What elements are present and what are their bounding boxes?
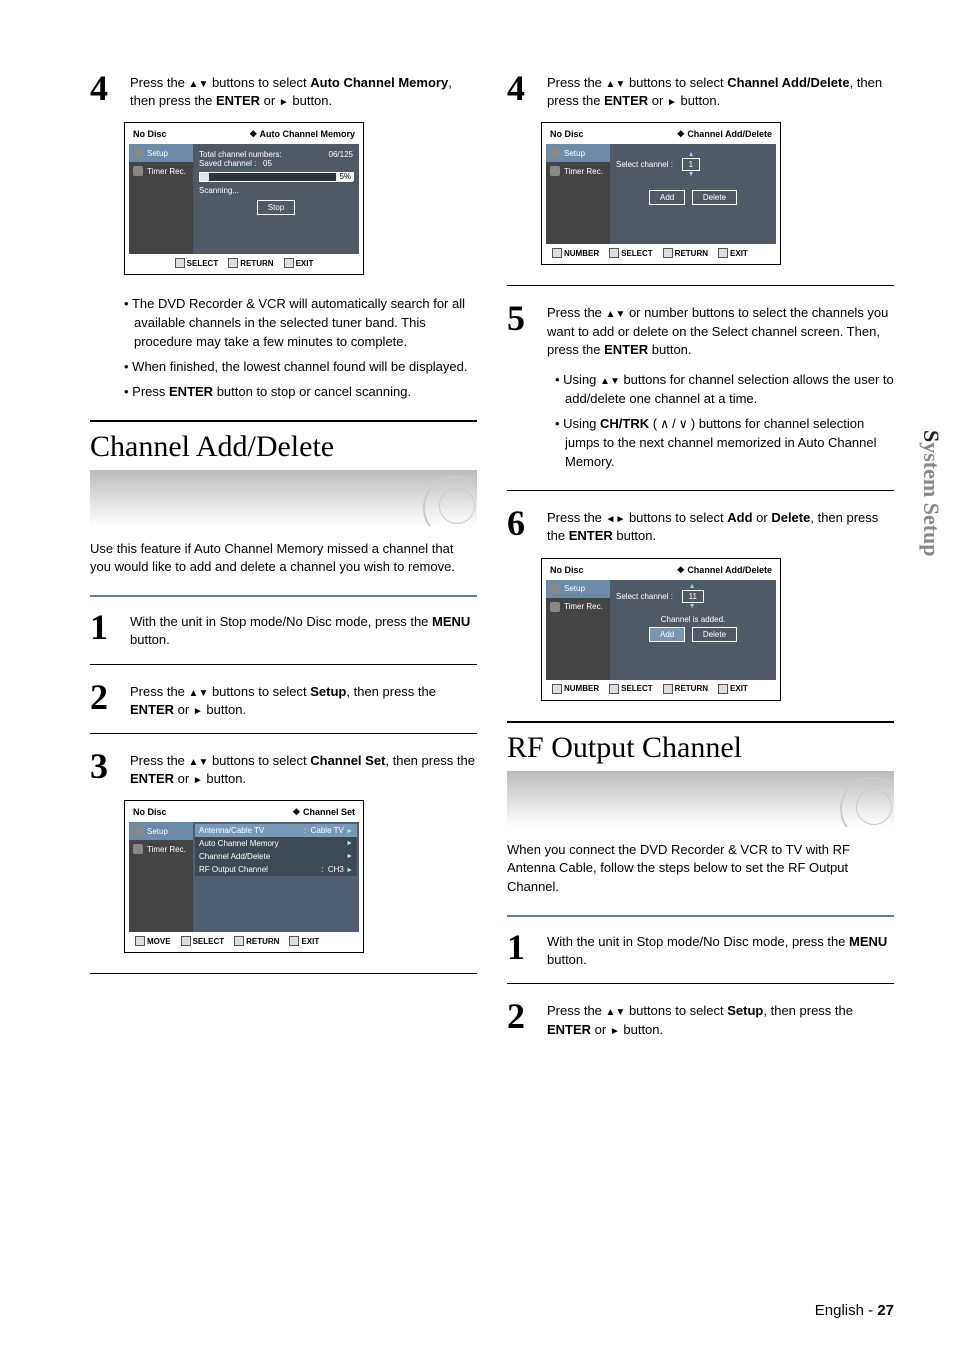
select-icon (609, 684, 619, 694)
notes-list: The DVD Recorder & VCR will automaticall… (124, 295, 477, 401)
menu-row[interactable]: Channel Add/Delete► (195, 850, 357, 863)
move-icon (135, 936, 145, 946)
select-icon (609, 248, 619, 258)
gear-icon (550, 584, 560, 594)
right-step-4: 4 Press the buttons to select Channel Ad… (507, 70, 894, 110)
section-title-rf-output: RF Output Channel (507, 721, 894, 765)
step-text: Press the buttons to select Auto Channel… (130, 70, 477, 110)
number-icon (552, 248, 562, 258)
side-tab: System Setup (918, 430, 944, 557)
gear-icon (133, 148, 143, 158)
up-icon (189, 75, 199, 90)
screenshot-auto-channel-memory: No Disc❖ Auto Channel Memory Setup Timer… (124, 122, 364, 275)
number-icon (552, 684, 562, 694)
screenshot-channel-added: No Disc❖ Channel Add/Delete Setup Timer … (541, 558, 781, 701)
section-intro: Use this feature if Auto Channel Memory … (90, 540, 477, 578)
gear-icon (133, 826, 143, 836)
right-step-5: 5 Press the or number buttons to select … (507, 300, 894, 359)
section-intro: When you connect the DVD Recorder & VCR … (507, 841, 894, 898)
section-decoration (507, 771, 894, 827)
down-icon (198, 75, 208, 90)
select-icon (175, 258, 185, 268)
notes-list: Using buttons for channel selection allo… (541, 371, 894, 472)
menu-row[interactable]: Antenna/Cable TV: Cable TV ► (195, 824, 357, 837)
screenshot-channel-set: No Disc❖ Channel Set Setup Timer Rec. An… (124, 800, 364, 953)
timer-icon (550, 602, 560, 612)
page-footer: English - 27 (815, 1302, 894, 1319)
left-cad-step-2: 2 Press the buttons to select Setup, the… (90, 679, 477, 719)
exit-icon (718, 248, 728, 258)
select-icon (181, 936, 191, 946)
return-icon (663, 248, 673, 258)
left-column: 4 Press the buttons to select Auto Chann… (90, 70, 477, 1051)
section-title-channel-add-delete: Channel Add/Delete (90, 420, 477, 464)
return-icon (663, 684, 673, 694)
right-rf-step-2: 2 Press the buttons to select Setup, the… (507, 998, 894, 1038)
timer-icon (133, 166, 143, 176)
right-step-6: 6 Press the buttons to select Add or Del… (507, 505, 894, 545)
right-icon (279, 93, 289, 108)
section-decoration (90, 470, 477, 526)
delete-button[interactable]: Delete (692, 627, 737, 642)
left-step-4: 4 Press the buttons to select Auto Chann… (90, 70, 477, 110)
menu-row[interactable]: Auto Channel Memory► (195, 837, 357, 850)
add-button[interactable]: Add (649, 627, 685, 642)
timer-icon (133, 844, 143, 854)
exit-icon (718, 684, 728, 694)
timer-icon (550, 166, 560, 176)
return-icon (234, 936, 244, 946)
return-icon (228, 258, 238, 268)
left-cad-step-3: 3 Press the buttons to select Channel Se… (90, 748, 477, 788)
right-column: 4 Press the buttons to select Channel Ad… (507, 70, 894, 1051)
add-button[interactable]: Add (649, 190, 685, 205)
screenshot-channel-add-delete: No Disc❖ Channel Add/Delete Setup Timer … (541, 122, 781, 265)
left-cad-step-1: 1 With the unit in Stop mode/No Disc mod… (90, 609, 477, 649)
delete-button[interactable]: Delete (692, 190, 737, 205)
exit-icon (284, 258, 294, 268)
exit-icon (289, 936, 299, 946)
gear-icon (550, 148, 560, 158)
stop-button[interactable]: Stop (257, 200, 295, 215)
step-number: 4 (90, 70, 124, 110)
menu-row[interactable]: RF Output Channel: CH3 ► (195, 863, 357, 876)
right-rf-step-1: 1 With the unit in Stop mode/No Disc mod… (507, 929, 894, 969)
